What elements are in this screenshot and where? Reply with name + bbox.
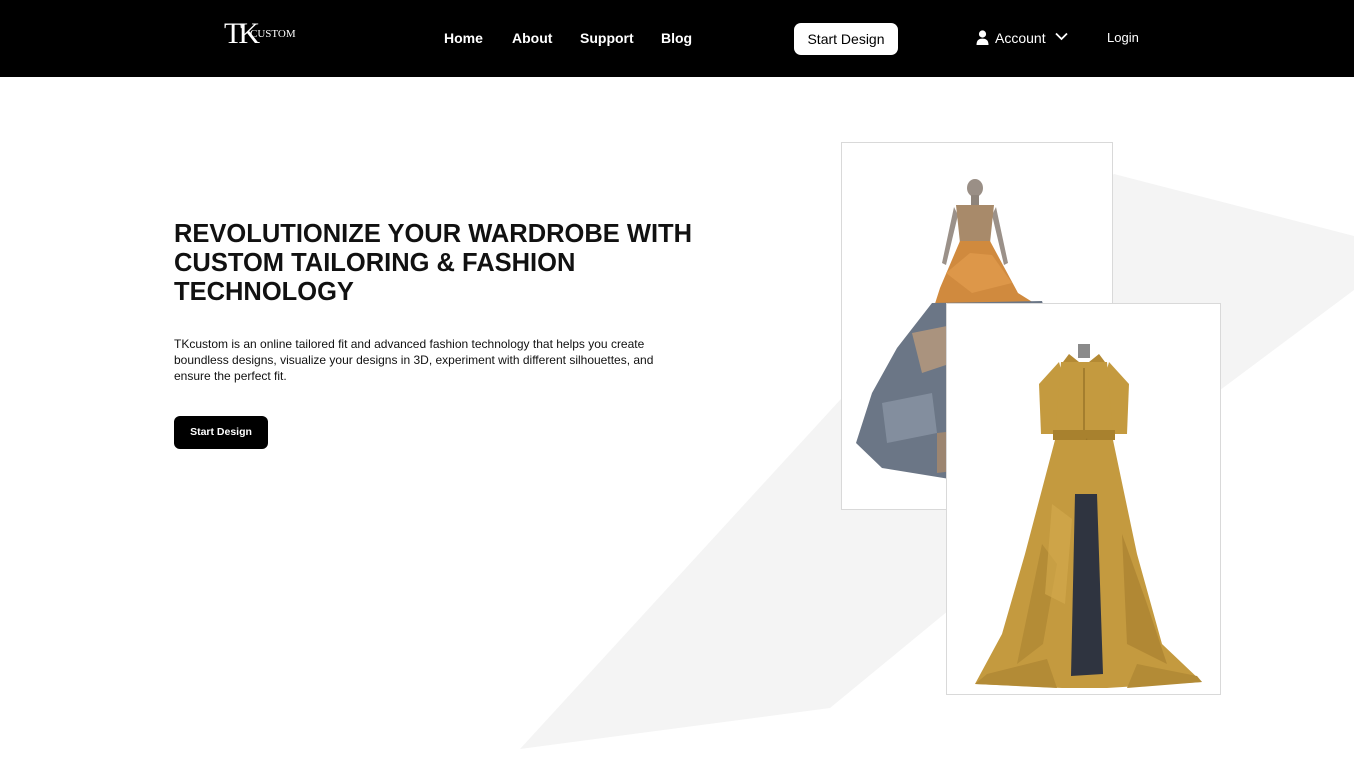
user-icon	[976, 30, 989, 45]
dress-image-card-shirt-dress	[946, 303, 1221, 695]
hero-description: TKcustom is an online tailored fit and a…	[174, 337, 654, 383]
logo-wordmark: CUSTOM	[250, 28, 296, 40]
account-label: Account	[995, 30, 1046, 46]
nav-support-link[interactable]: Support	[580, 29, 634, 47]
shirt-dress-image	[975, 344, 1202, 688]
hero-headline: REVOLUTIONIZE YOUR WARDROBE WITH CUSTOM …	[174, 220, 693, 306]
chevron-down-icon	[1055, 32, 1068, 41]
tkcustom-logo[interactable]: TK CUSTOM	[224, 18, 296, 50]
login-link[interactable]: Login	[1107, 30, 1139, 46]
nav-home-link[interactable]: Home	[444, 29, 483, 47]
nav-blog-link[interactable]: Blog	[661, 29, 692, 47]
hero-start-design-button[interactable]: Start Design	[174, 416, 268, 449]
nav-about-link[interactable]: About	[512, 29, 552, 47]
top-navigation-bar: TK CUSTOM Home About Support Blog Start …	[0, 0, 1354, 77]
header-start-design-button[interactable]: Start Design	[794, 23, 898, 55]
